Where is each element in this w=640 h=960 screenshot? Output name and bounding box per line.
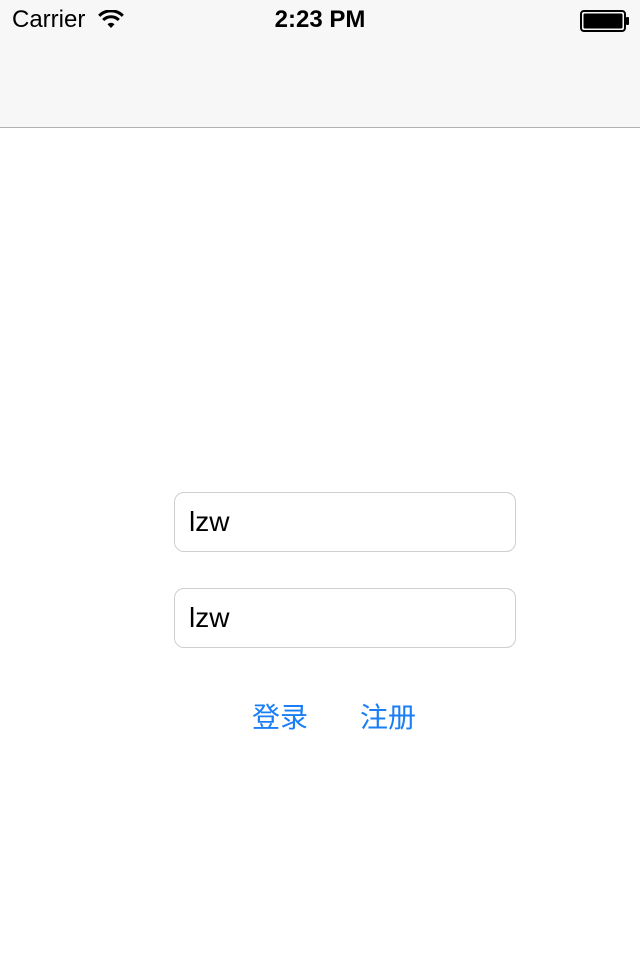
register-button[interactable]: 注册 [360, 698, 416, 738]
status-time: 2:23 PM [274, 6, 366, 33]
login-button[interactable]: 登录 [252, 698, 308, 738]
battery-icon [580, 10, 629, 32]
navigation-bar: Carrier 2:23 PM [0, 0, 640, 128]
username-field[interactable]: lzw [174, 492, 516, 552]
password-field[interactable]: lzw [174, 588, 516, 648]
password-value: lzw [189, 602, 230, 633]
username-value: lzw [189, 506, 230, 537]
